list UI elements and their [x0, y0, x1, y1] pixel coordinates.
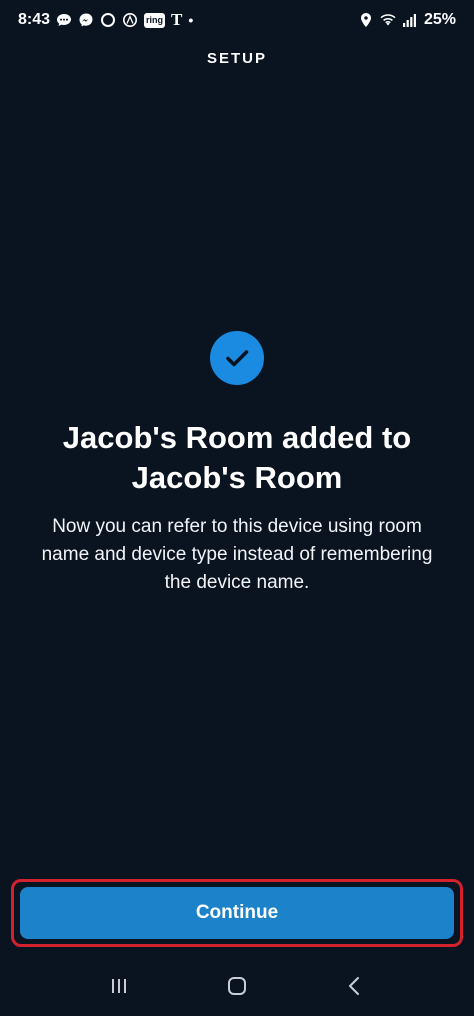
back-icon[interactable]: [335, 966, 375, 1006]
recents-icon[interactable]: [99, 966, 139, 1006]
check-icon: [210, 331, 264, 385]
tmobile-icon: T: [171, 10, 183, 29]
success-headline: Jacob's Room added to Jacob's Room: [62, 420, 412, 495]
status-time: 8:43: [18, 11, 51, 28]
circle-icon: [100, 12, 116, 28]
ring-app-icon: ring: [144, 12, 166, 28]
location-icon: [358, 12, 374, 28]
battery-percent: 25%: [423, 11, 456, 28]
dot-icon: •: [188, 12, 194, 28]
setup-screen: 8:43 ring T • 25% SETUP Jacob's Room add…: [0, 0, 474, 1016]
home-icon[interactable]: [217, 966, 257, 1006]
status-bar-right: 25%: [358, 11, 456, 29]
status-bar-left: 8:43 ring T •: [18, 10, 193, 30]
continue-button[interactable]: Continue: [20, 887, 454, 939]
page-title: SETUP: [206, 50, 267, 67]
navigation-bar: [0, 956, 474, 1016]
alexa-ring-icon: [122, 12, 138, 28]
signal-icon: [402, 12, 418, 28]
chat-bubble-icon: [56, 12, 72, 28]
messenger-icon: [78, 12, 94, 28]
status-bar: 8:43 ring T • 25%: [0, 0, 474, 40]
wifi-icon: [380, 12, 396, 28]
success-description: Now you can refer to this device using r…: [41, 516, 433, 593]
